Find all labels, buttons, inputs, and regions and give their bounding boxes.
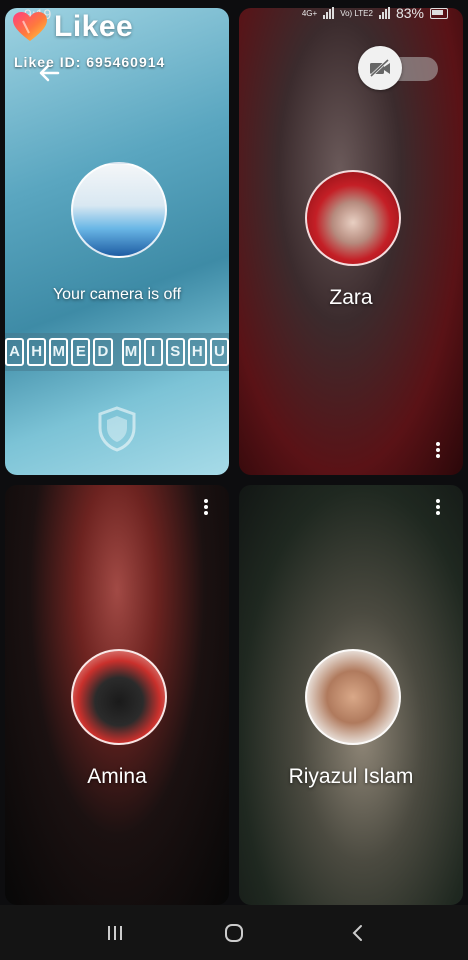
camera-toggle[interactable] xyxy=(358,46,440,90)
banner-letter: H xyxy=(27,338,47,366)
battery-percent: 83% xyxy=(395,5,424,21)
participant-name: Riyazul Islam xyxy=(288,765,414,788)
recents-button[interactable] xyxy=(95,915,135,951)
video-off-icon xyxy=(369,58,390,78)
app-logo: Likee xyxy=(12,10,133,44)
signal-icon-2 xyxy=(378,7,390,19)
network-type: 4G+ xyxy=(301,8,318,18)
banner-letter: M xyxy=(49,338,69,366)
tile-participant[interactable]: Riyazul Islam xyxy=(239,485,463,905)
avatar xyxy=(71,649,167,745)
home-icon xyxy=(225,924,243,942)
banner-letter: D xyxy=(93,338,113,366)
banner-letter: E xyxy=(71,338,91,366)
likee-heart-icon xyxy=(13,12,47,41)
navigation-bar xyxy=(0,905,468,960)
participant-name: Zara xyxy=(329,286,373,309)
more-vertical-icon[interactable] xyxy=(434,497,442,519)
name-banner: A H M E D M I S H U xyxy=(5,333,229,371)
banner-letter: S xyxy=(165,338,185,366)
tile-participant[interactable]: Amina xyxy=(5,485,229,905)
participant-name: Amina xyxy=(87,765,147,788)
banner-letter: I xyxy=(143,338,163,366)
status-indicators: 4G+ Vo) LTE2 83% xyxy=(302,5,448,21)
tile-self[interactable]: Your camera is off A H M E D M I S H U xyxy=(5,8,229,475)
camera-off-status: Your camera is off xyxy=(52,286,182,303)
banner-letter: M xyxy=(121,338,141,366)
recents-icon xyxy=(108,926,122,940)
app-name: Likee xyxy=(54,10,134,43)
back-button[interactable] xyxy=(338,915,378,951)
banner-letter: H xyxy=(187,338,207,366)
toggle-knob[interactable] xyxy=(358,46,402,90)
avatar xyxy=(305,170,401,266)
nav-back-icon xyxy=(352,925,362,941)
avatar xyxy=(305,649,401,745)
network-lte: Vo) LTE2 xyxy=(340,8,373,18)
more-vertical-icon[interactable] xyxy=(434,440,442,462)
banner-letter: A xyxy=(5,338,25,366)
home-button[interactable] xyxy=(214,915,254,951)
banner-letter: U xyxy=(209,338,229,366)
back-arrow-icon[interactable] xyxy=(36,60,62,86)
shield-icon xyxy=(98,406,136,452)
more-vertical-icon[interactable] xyxy=(202,497,210,519)
signal-icon xyxy=(323,7,335,19)
battery-icon xyxy=(430,7,448,19)
avatar xyxy=(71,162,167,258)
